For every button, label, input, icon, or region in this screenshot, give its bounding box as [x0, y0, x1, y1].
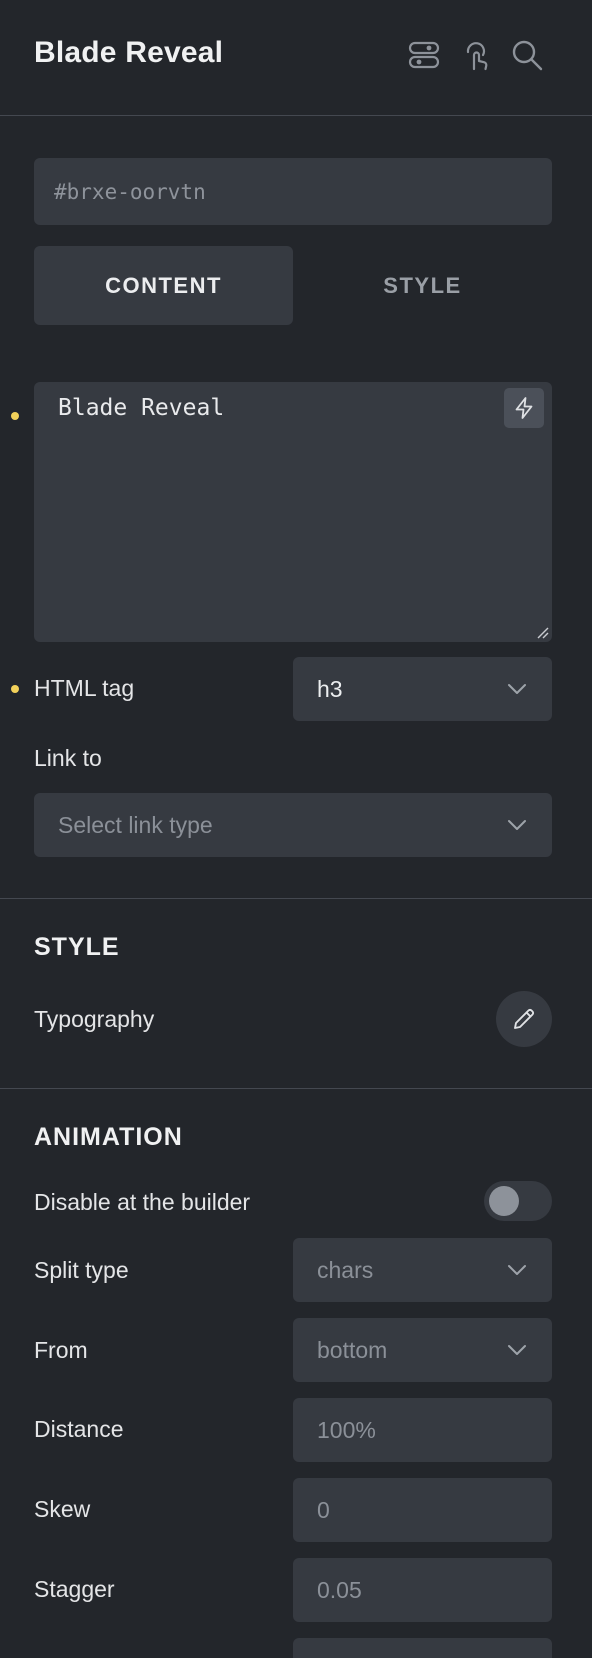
element-title: Blade Reveal — [34, 36, 224, 69]
search-icon[interactable] — [508, 36, 546, 74]
bolt-icon — [515, 397, 533, 419]
stagger-label: Stagger — [34, 1576, 115, 1602]
animation-section-title: ANIMATION — [34, 1123, 183, 1151]
stagger-input[interactable] — [293, 1558, 552, 1622]
html-tag-label: HTML tag — [34, 675, 135, 701]
modified-indicator — [11, 685, 19, 693]
interaction-icon[interactable] — [457, 36, 495, 74]
toggle-knob — [489, 1186, 519, 1216]
from-select[interactable]: bottom — [293, 1318, 552, 1382]
html-tag-select[interactable]: h3 — [293, 657, 552, 721]
next-field-partial[interactable] — [293, 1638, 552, 1658]
modified-indicator — [11, 412, 19, 420]
link-type-select[interactable]: Select link type — [34, 793, 552, 857]
element-panel: Blade Reveal CONTENT STYLE — [0, 0, 592, 1658]
from-value: bottom — [317, 1336, 388, 1363]
typography-edit-button[interactable] — [496, 991, 552, 1047]
from-label: From — [34, 1337, 88, 1363]
link-type-placeholder: Select link type — [58, 811, 213, 838]
distance-input[interactable] — [293, 1398, 552, 1462]
section-divider — [0, 898, 592, 899]
element-id-input[interactable] — [34, 158, 552, 225]
skew-input[interactable] — [293, 1478, 552, 1542]
disable-at-builder-toggle[interactable] — [484, 1181, 552, 1221]
disable-at-builder-label: Disable at the builder — [34, 1189, 251, 1215]
style-section-title: STYLE — [34, 933, 120, 961]
text-field-wrapper — [34, 382, 552, 642]
resize-grip-icon[interactable] — [534, 624, 550, 640]
tab-content[interactable]: CONTENT — [34, 246, 293, 325]
tab-style[interactable]: STYLE — [293, 246, 552, 325]
chevron-down-icon — [508, 820, 526, 830]
chevron-down-icon — [508, 684, 526, 694]
panel-header: Blade Reveal — [0, 0, 592, 116]
split-type-label: Split type — [34, 1257, 129, 1283]
pencil-icon — [514, 1008, 535, 1029]
html-tag-value: h3 — [317, 675, 343, 702]
chevron-down-icon — [508, 1345, 526, 1355]
skew-label: Skew — [34, 1496, 91, 1522]
section-divider — [0, 1088, 592, 1089]
split-type-value: chars — [317, 1256, 374, 1283]
chevron-down-icon — [508, 1265, 526, 1275]
toggles-icon[interactable] — [405, 36, 443, 74]
split-type-select[interactable]: chars — [293, 1238, 552, 1302]
distance-label: Distance — [34, 1416, 124, 1442]
link-to-label: Link to — [34, 745, 102, 771]
text-content-textarea[interactable] — [34, 382, 552, 642]
dynamic-data-button[interactable] — [504, 388, 544, 428]
typography-label: Typography — [34, 1006, 155, 1032]
